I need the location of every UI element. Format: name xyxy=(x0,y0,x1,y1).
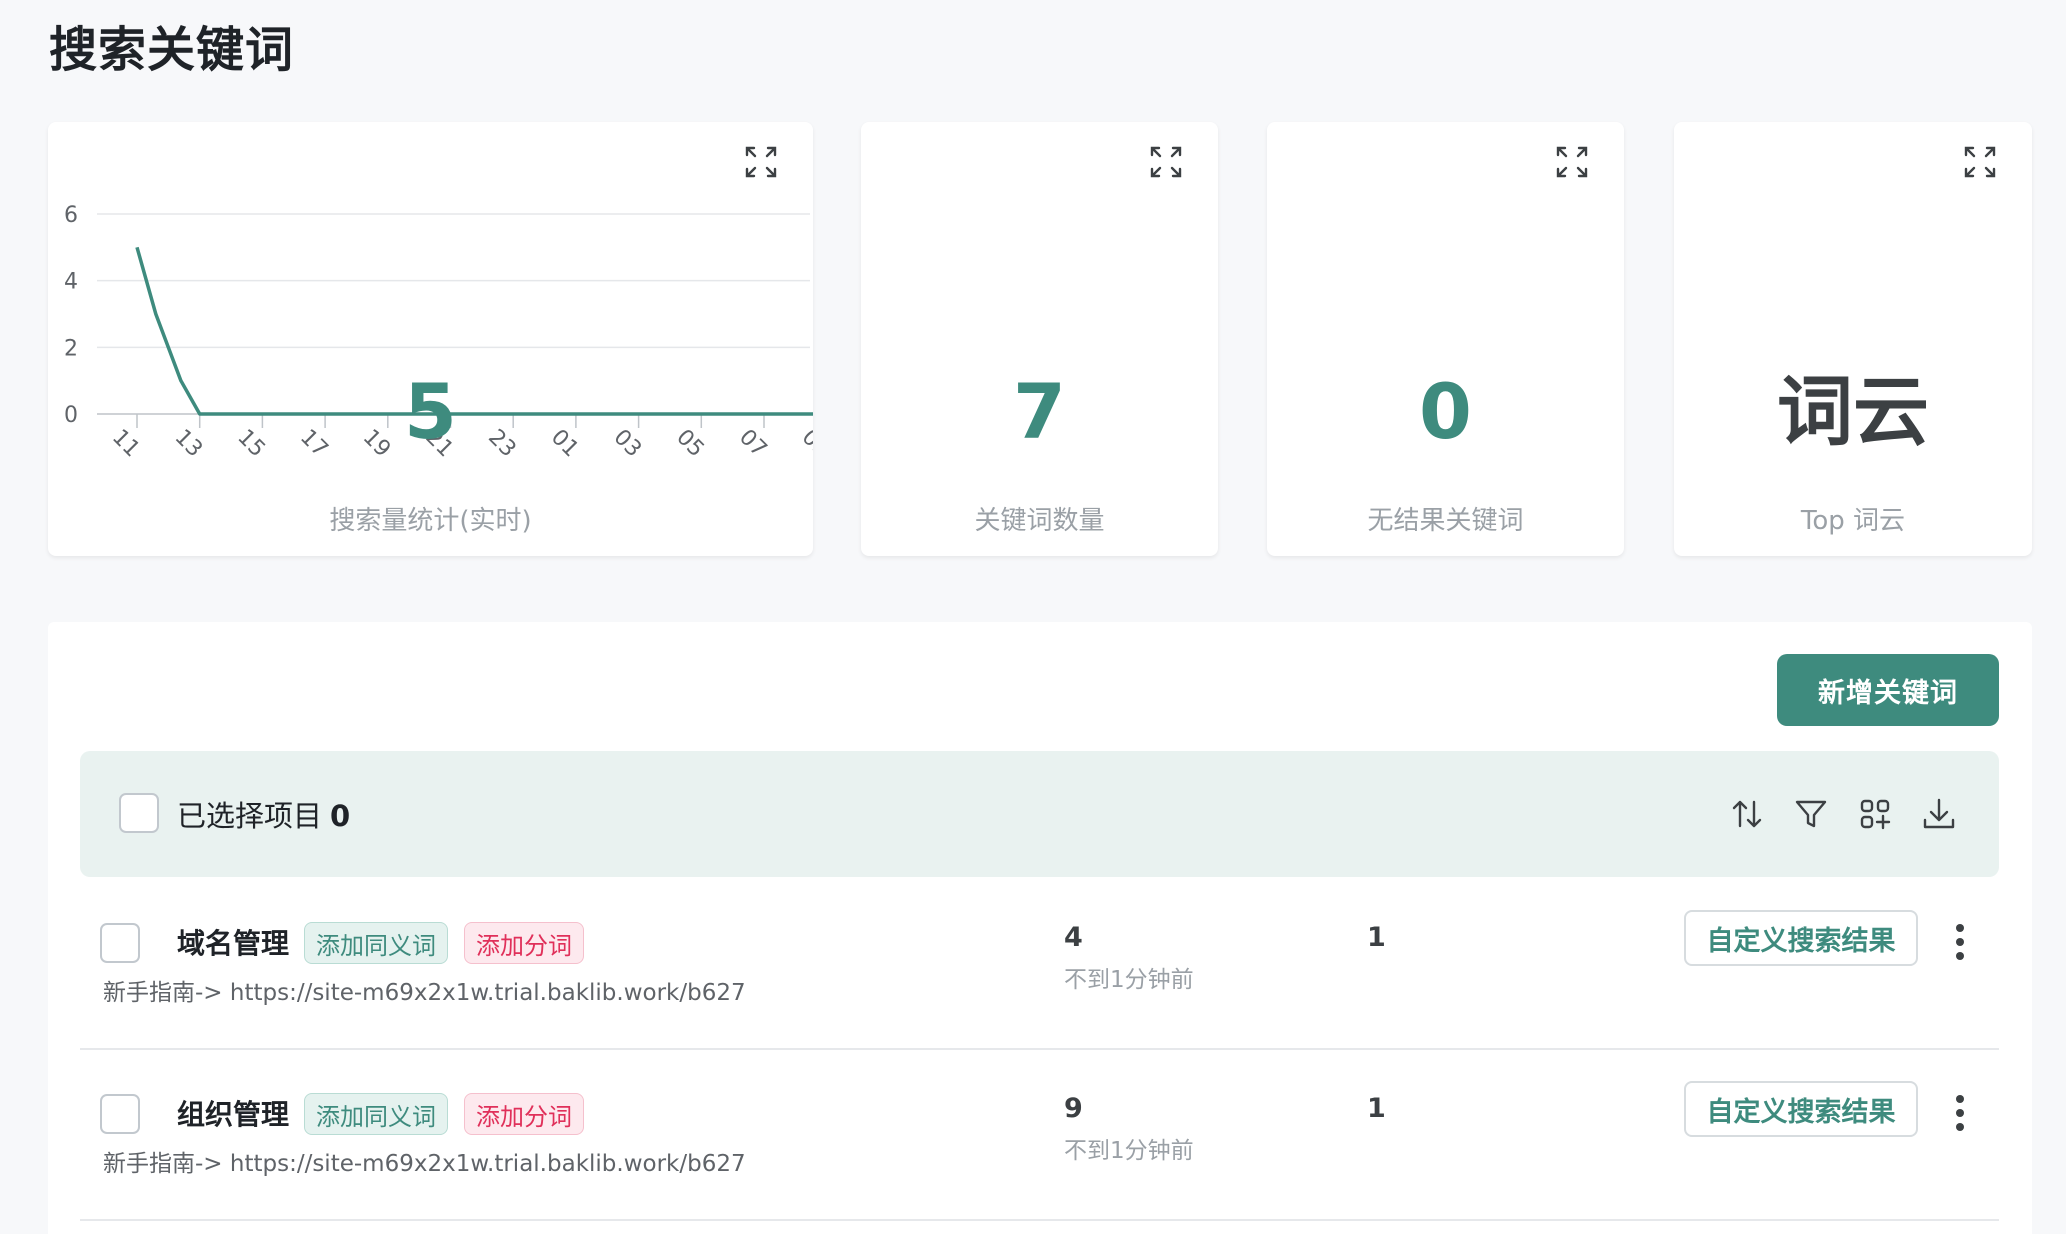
selection-bar xyxy=(80,751,1999,877)
add-segment-tag[interactable]: 添加分词 xyxy=(464,922,584,964)
more-options-icon[interactable] xyxy=(1946,920,1974,964)
search-count: 9 xyxy=(1064,1093,1083,1124)
result-count: 1 xyxy=(1367,922,1386,953)
add-keyword-button[interactable]: 新增关键词 xyxy=(1777,654,1999,726)
row-divider xyxy=(80,1048,1999,1050)
last-searched-time: 不到1分钟前 xyxy=(1064,967,1194,993)
add-synonym-tag[interactable]: 添加同义词 xyxy=(304,1093,448,1135)
result-count: 1 xyxy=(1367,1093,1386,1124)
row-divider xyxy=(80,1219,1999,1221)
y-tick-label: 4 xyxy=(64,270,78,295)
keyword-title: 组织管理 xyxy=(177,1098,290,1131)
custom-search-result-button[interactable]: 自定义搜索结果 xyxy=(1684,1081,1918,1137)
keyword-source-path: 新手指南-> https://site-m69x2x1w.trial.bakli… xyxy=(103,980,746,1006)
wordcloud-value: 词云 xyxy=(1777,367,1929,456)
custom-search-result-button[interactable]: 自定义搜索结果 xyxy=(1684,910,1918,966)
sort-icon[interactable] xyxy=(1729,796,1765,832)
selected-label-text: 已选择项目 xyxy=(177,799,323,833)
keyword-count-value: 7 xyxy=(1013,367,1066,456)
more-options-icon[interactable] xyxy=(1946,1091,1974,1135)
y-tick-label: 6 xyxy=(64,203,78,228)
row-checkbox[interactable] xyxy=(100,923,140,963)
wordcloud-label: Top 词云 xyxy=(1800,506,1906,536)
selected-count: 0 xyxy=(330,799,351,833)
wordcloud-card: 词云 Top 词云 xyxy=(1674,122,2032,556)
chart-card-label: 搜索量统计(实时) xyxy=(329,506,532,536)
keyword-title: 域名管理 xyxy=(177,927,290,960)
filter-icon[interactable] xyxy=(1793,796,1829,832)
download-icon[interactable] xyxy=(1921,796,1957,832)
search-count: 4 xyxy=(1064,922,1083,953)
y-tick-label: 2 xyxy=(64,336,78,361)
expand-icon[interactable] xyxy=(1148,144,1184,180)
expand-icon[interactable] xyxy=(1554,144,1590,180)
row-checkbox[interactable] xyxy=(100,1094,140,1134)
keyword-count-card: 7 关键词数量 xyxy=(861,122,1218,556)
no-result-label: 无结果关键词 xyxy=(1367,506,1524,536)
keyword-count-label: 关键词数量 xyxy=(974,506,1105,536)
add-segment-tag[interactable]: 添加分词 xyxy=(464,1093,584,1135)
search-volume-card: 0 2 4 6 11 13 15 17 19 21 23 01 03 05 07 09 5 搜索量统计(实时) xyxy=(48,122,813,556)
add-synonym-tag[interactable]: 添加同义词 xyxy=(304,922,448,964)
no-result-value: 0 xyxy=(1419,367,1472,456)
selected-items-label: 已选择项目 0 xyxy=(177,793,350,835)
grid-add-icon[interactable] xyxy=(1857,796,1893,832)
select-all-checkbox[interactable] xyxy=(119,793,159,833)
last-searched-time: 不到1分钟前 xyxy=(1064,1138,1194,1164)
keyword-source-path: 新手指南-> https://site-m69x2x1w.trial.bakli… xyxy=(103,1151,746,1177)
page-title: 搜索关键词 xyxy=(49,22,295,78)
no-result-card: 0 无结果关键词 xyxy=(1267,122,1624,556)
expand-icon[interactable] xyxy=(1962,144,1998,180)
chart-card-value: 5 xyxy=(404,367,457,456)
